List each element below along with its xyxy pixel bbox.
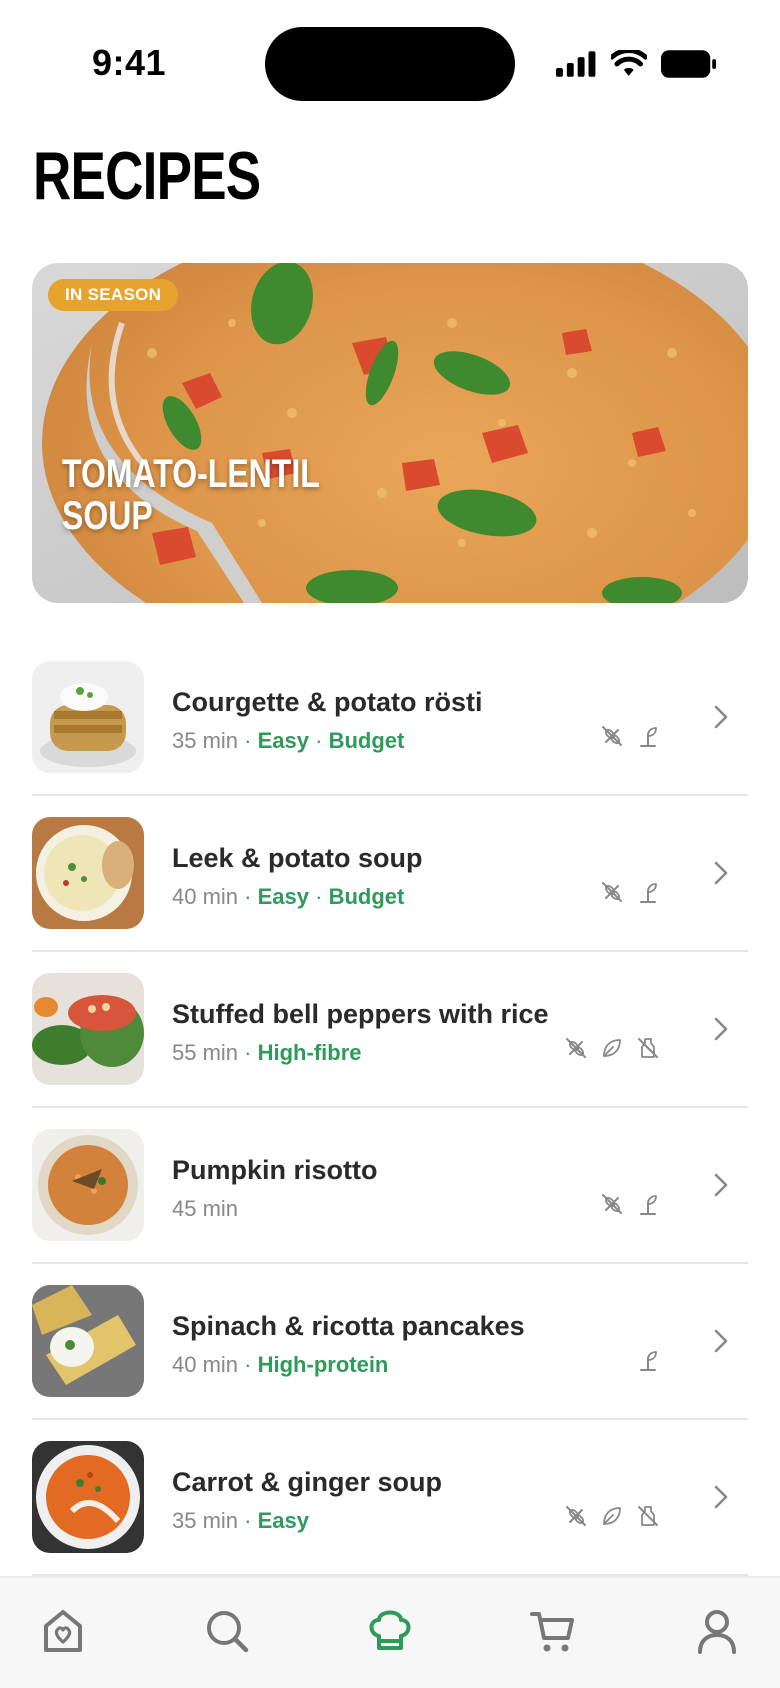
home-icon xyxy=(44,1610,82,1652)
recipe-list: Courgette & potato rösti 35 min · Easy ·… xyxy=(32,640,748,1576)
recipe-name: Spinach & ricotta pancakes xyxy=(172,1311,525,1341)
search-icon xyxy=(207,1611,249,1653)
tab-home[interactable] xyxy=(38,1606,88,1656)
recipe-name: Stuffed bell peppers with rice xyxy=(172,999,549,1029)
tab-recipes[interactable] xyxy=(365,1606,415,1656)
diet-icons xyxy=(600,1192,660,1216)
recipe-time: 35 min xyxy=(172,1508,239,1533)
recipe-tag: High-protein xyxy=(257,1352,389,1377)
chevron-right-icon xyxy=(714,1017,728,1041)
wifi-icon xyxy=(611,50,647,76)
tab-profile[interactable] xyxy=(692,1606,742,1656)
recipe-row[interactable]: Leek & potato soup 40 min · Easy · Budge… xyxy=(32,796,748,952)
in-season-badge: IN SEASON xyxy=(48,279,179,311)
recipe-tag: Easy xyxy=(257,1508,309,1533)
recipe-meta: 40 min · High-protein xyxy=(172,1352,388,1378)
vegan-icon xyxy=(600,1504,624,1528)
signal-icon xyxy=(556,51,596,77)
gluten-free-icon xyxy=(564,1504,588,1528)
tab-cart[interactable] xyxy=(528,1606,578,1656)
recipe-row[interactable]: Stuffed bell peppers with rice 55 min · … xyxy=(32,952,748,1108)
hero-image xyxy=(32,263,748,603)
meta-separator: · xyxy=(238,728,258,753)
recipe-name: Carrot & ginger soup xyxy=(172,1467,443,1497)
diet-icons xyxy=(600,724,660,748)
recipe-tag: Easy xyxy=(257,728,309,753)
recipe-thumbnail xyxy=(32,1441,144,1553)
chevron-right-icon xyxy=(714,1329,728,1353)
diet-icons xyxy=(600,880,660,904)
vegetarian-icon xyxy=(636,1348,660,1372)
dairy-free-icon xyxy=(636,1504,660,1528)
recipe-name: Courgette & potato rösti xyxy=(172,687,483,717)
vegetarian-icon xyxy=(636,724,660,748)
battery-icon xyxy=(660,50,717,78)
recipe-thumbnail xyxy=(32,817,144,929)
recipe-thumbnail xyxy=(32,1129,144,1241)
meta-separator: · xyxy=(238,884,258,909)
chevron-right-icon xyxy=(714,861,728,885)
hero-title: TOMATO-LENTIL SOUP xyxy=(62,452,320,538)
gluten-free-icon xyxy=(600,1192,624,1216)
page-title: RECIPES xyxy=(33,138,261,214)
status-bar: 9:41 xyxy=(0,0,780,130)
gluten-free-icon xyxy=(600,880,624,904)
recipe-thumbnail xyxy=(32,661,144,773)
diet-icons xyxy=(564,1036,660,1060)
recipe-meta: 35 min · Easy xyxy=(172,1508,309,1534)
recipe-time: 35 min xyxy=(172,728,239,753)
chevron-right-icon xyxy=(714,1173,728,1197)
profile-icon xyxy=(698,1610,736,1654)
recipe-meta: 40 min · Easy · Budget xyxy=(172,884,404,910)
recipe-time: 40 min xyxy=(172,1352,239,1377)
meta-separator: · xyxy=(238,1352,258,1377)
dynamic-island xyxy=(265,27,515,101)
gluten-free-icon xyxy=(600,724,624,748)
cart-icon xyxy=(530,1612,574,1652)
recipe-time: 40 min xyxy=(172,884,239,909)
tab-bar xyxy=(0,1576,780,1688)
recipe-tag: High-fibre xyxy=(257,1040,362,1065)
diet-icons xyxy=(564,1504,660,1528)
recipe-name: Pumpkin risotto xyxy=(172,1155,378,1185)
recipe-row[interactable]: Courgette & potato rösti 35 min · Easy ·… xyxy=(32,640,748,796)
gluten-free-icon xyxy=(564,1036,588,1060)
recipe-tag: Budget xyxy=(328,728,405,753)
recipe-row[interactable]: Spinach & ricotta pancakes 40 min · High… xyxy=(32,1264,748,1420)
chevron-right-icon xyxy=(714,1485,728,1509)
recipe-name: Leek & potato soup xyxy=(172,843,423,873)
status-icons xyxy=(556,46,717,82)
meta-separator: · xyxy=(238,1040,258,1065)
status-time: 9:41 xyxy=(92,42,167,83)
recipe-row[interactable]: Carrot & ginger soup 35 min · Easy xyxy=(32,1420,748,1576)
recipe-meta: 45 min xyxy=(172,1196,238,1222)
recipe-tag: Easy xyxy=(257,884,309,909)
diet-icons xyxy=(636,1348,660,1372)
recipe-time: 55 min xyxy=(172,1040,239,1065)
tab-search[interactable] xyxy=(202,1606,252,1656)
recipe-meta: 55 min · High-fibre xyxy=(172,1040,362,1066)
recipe-row[interactable]: Pumpkin risotto 45 min xyxy=(32,1108,748,1264)
vegetarian-icon xyxy=(636,1192,660,1216)
recipe-time: 45 min xyxy=(172,1196,239,1221)
vegan-icon xyxy=(600,1036,624,1060)
vegetarian-icon xyxy=(636,880,660,904)
dairy-free-icon xyxy=(636,1036,660,1060)
meta-separator: · xyxy=(309,884,329,909)
meta-separator: · xyxy=(309,728,329,753)
chef-hat-icon xyxy=(369,1610,411,1650)
recipe-meta: 35 min · Easy · Budget xyxy=(172,728,404,754)
meta-separator: · xyxy=(238,1508,258,1533)
chevron-right-icon xyxy=(714,705,728,729)
recipe-thumbnail xyxy=(32,1285,144,1397)
hero-card[interactable]: IN SEASON TOMATO-LENTIL SOUP xyxy=(32,263,748,603)
recipe-tag: Budget xyxy=(328,884,405,909)
recipe-thumbnail xyxy=(32,973,144,1085)
